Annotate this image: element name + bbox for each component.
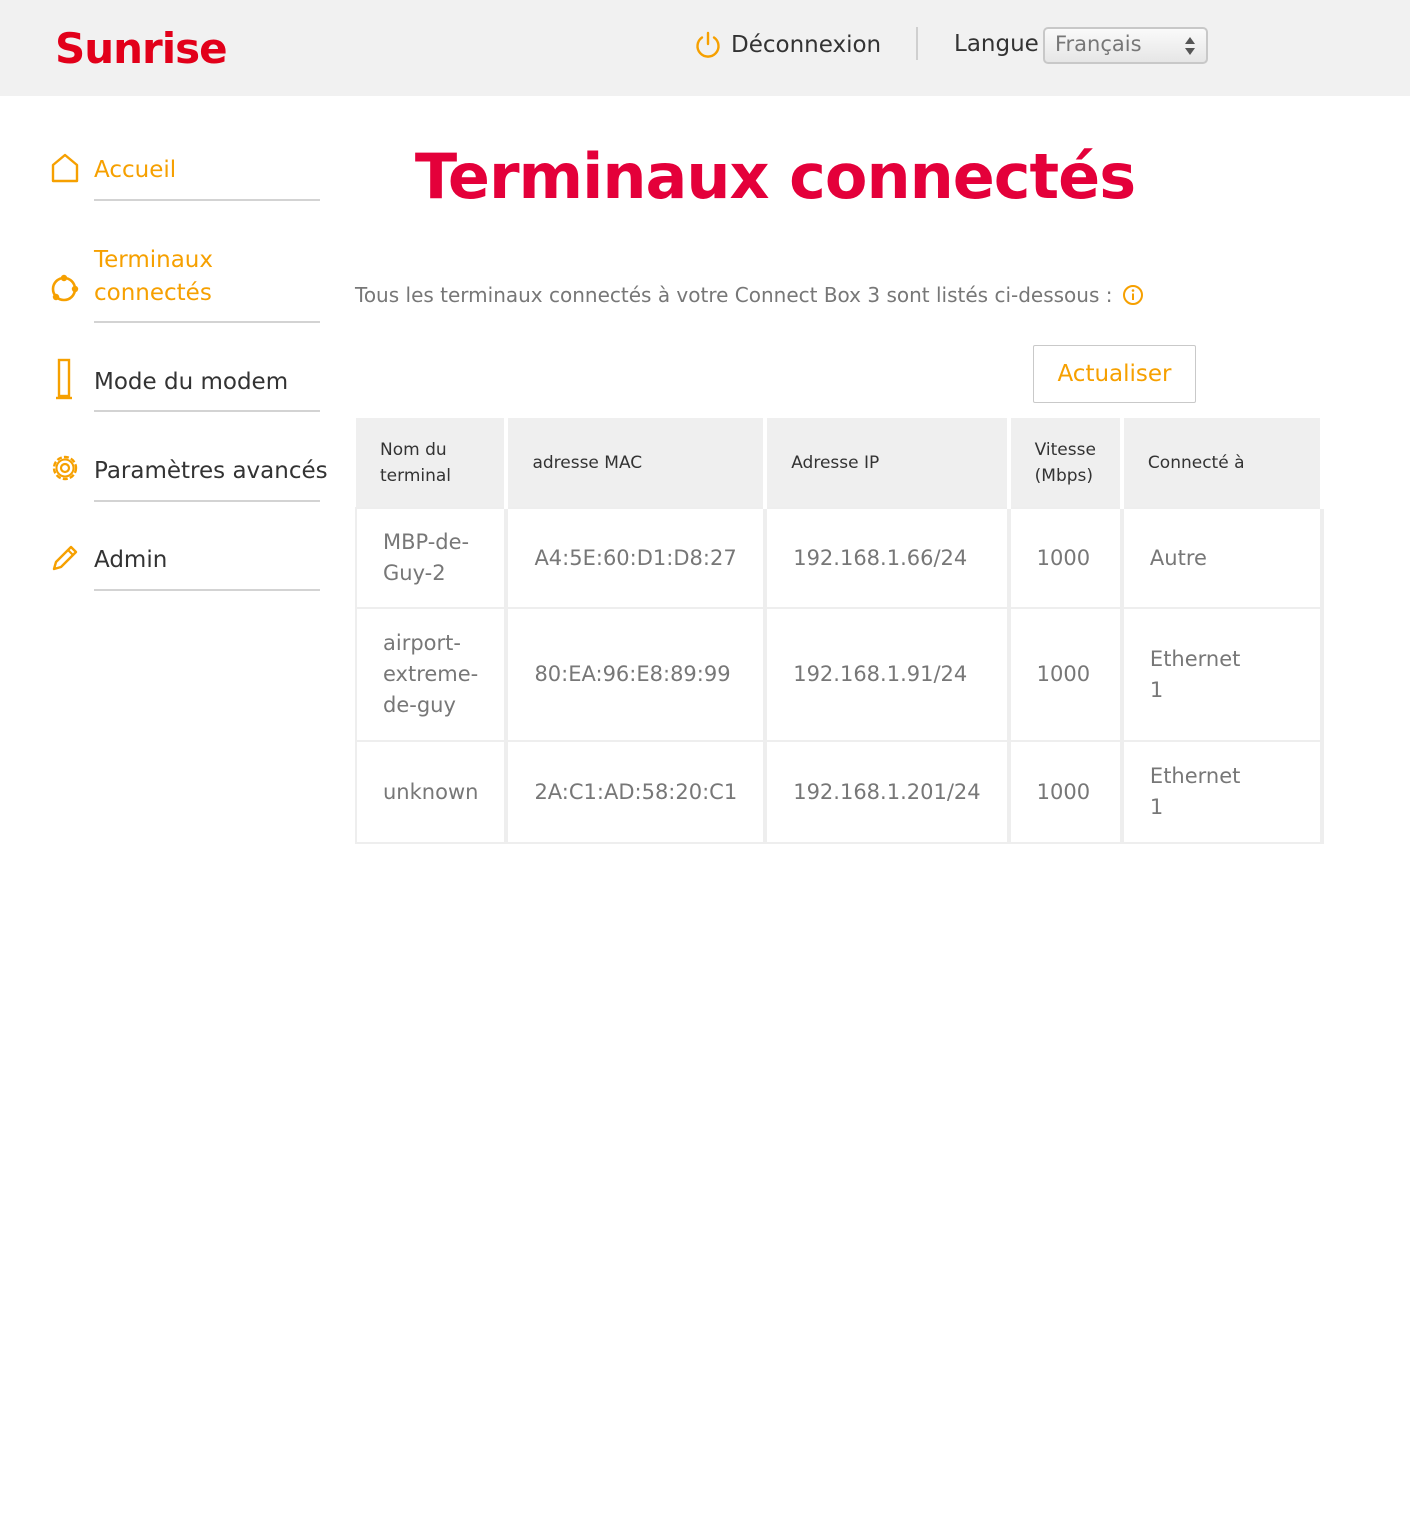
refresh-button[interactable]: Actualiser bbox=[1033, 345, 1196, 403]
sidebar-divider bbox=[94, 321, 320, 323]
cell-device-name: unknown bbox=[354, 740, 509, 844]
logout-button[interactable]: Déconnexion bbox=[693, 28, 881, 62]
sidebar-item-label: Terminaux connectés bbox=[94, 247, 213, 306]
home-icon bbox=[51, 153, 79, 183]
column-header-speed: Vitesse (Mbps) bbox=[1008, 418, 1124, 508]
devices-table: Nom du terminal adresse MAC Adresse IP V… bbox=[354, 418, 1325, 844]
sidebar-item-label: Admin bbox=[94, 547, 168, 573]
column-header-connected-to: Connecté à bbox=[1121, 418, 1325, 508]
power-icon bbox=[696, 31, 720, 58]
gear-icon bbox=[52, 455, 78, 481]
header-divider bbox=[916, 27, 918, 60]
logout-label: Déconnexion bbox=[731, 32, 882, 58]
sidebar-item-admin[interactable]: Admin bbox=[0, 538, 330, 594]
sidebar-item-label: Paramètres avancés bbox=[94, 458, 328, 484]
cell-device-name: airport-extreme-de-guy bbox=[354, 607, 509, 742]
table-row: unknown 2A:C1:AD:58:20:C1 192.168.1.201/… bbox=[354, 740, 1325, 844]
table-row: airport-extreme-de-guy 80:EA:96:E8:89:99… bbox=[354, 607, 1325, 742]
page-title: Terminaux connectés bbox=[414, 140, 1136, 213]
cell-device-name: MBP-de-Guy-2 bbox=[354, 507, 509, 609]
sidebar-item-label: Accueil bbox=[94, 157, 177, 183]
cell-speed: 1000 bbox=[1007, 507, 1124, 609]
sidebar-item-terminaux[interactable]: Terminaux connectés bbox=[0, 242, 330, 326]
cell-speed: 1000 bbox=[1007, 607, 1124, 742]
column-header-name: Nom du terminal bbox=[356, 418, 509, 508]
sidebar-item-label: Mode du modem bbox=[94, 369, 289, 395]
column-header-mac: adresse MAC bbox=[506, 418, 768, 508]
cell-connected-to: Autre bbox=[1120, 507, 1325, 609]
sidebar-item-parametres[interactable]: Paramètres avancés bbox=[0, 448, 330, 504]
cell-mac: 2A:C1:AD:58:20:C1 bbox=[505, 740, 768, 844]
cell-speed: 1000 bbox=[1007, 740, 1124, 844]
cell-ip: 192.168.1.66/24 bbox=[764, 507, 1011, 609]
cell-mac: A4:5E:60:D1:D8:27 bbox=[505, 507, 768, 609]
sidebar-divider bbox=[94, 500, 320, 502]
intro-text-row: Tous les terminaux connectés à votre Con… bbox=[355, 283, 1144, 307]
table-row: MBP-de-Guy-2 A4:5E:60:D1:D8:27 192.168.1… bbox=[354, 507, 1325, 609]
intro-text: Tous les terminaux connectés à votre Con… bbox=[355, 283, 1113, 307]
table-header-row: Nom du terminal adresse MAC Adresse IP V… bbox=[356, 418, 1325, 508]
cell-connected-to: Ethernet 1 bbox=[1120, 607, 1325, 742]
info-icon[interactable] bbox=[1122, 284, 1144, 306]
select-arrows-icon bbox=[1185, 37, 1195, 55]
sidebar-divider bbox=[94, 589, 320, 591]
sidebar-divider bbox=[94, 410, 320, 412]
pencil-icon bbox=[52, 545, 78, 571]
modem-icon bbox=[56, 358, 72, 400]
cell-ip: 192.168.1.91/24 bbox=[764, 607, 1011, 742]
sunrise-logo[interactable]: Sunrise bbox=[55, 24, 228, 73]
column-header-ip: Adresse IP bbox=[765, 418, 1011, 508]
language-select[interactable]: Français bbox=[1043, 27, 1208, 64]
devices-icon bbox=[51, 274, 79, 302]
language-selected-value: Français bbox=[1055, 32, 1142, 56]
cell-mac: 80:EA:96:E8:89:99 bbox=[505, 607, 768, 742]
top-header: Sunrise Déconnexion Langue Français bbox=[0, 0, 1410, 96]
sidebar-item-accueil[interactable]: Accueil bbox=[0, 148, 330, 208]
language-label: Langue bbox=[954, 31, 1039, 57]
sidebar-item-modem[interactable]: Mode du modem bbox=[0, 358, 330, 414]
sidebar-divider bbox=[94, 199, 320, 201]
cell-connected-to: Ethernet 1 bbox=[1120, 740, 1325, 844]
cell-ip: 192.168.1.201/24 bbox=[764, 740, 1011, 844]
